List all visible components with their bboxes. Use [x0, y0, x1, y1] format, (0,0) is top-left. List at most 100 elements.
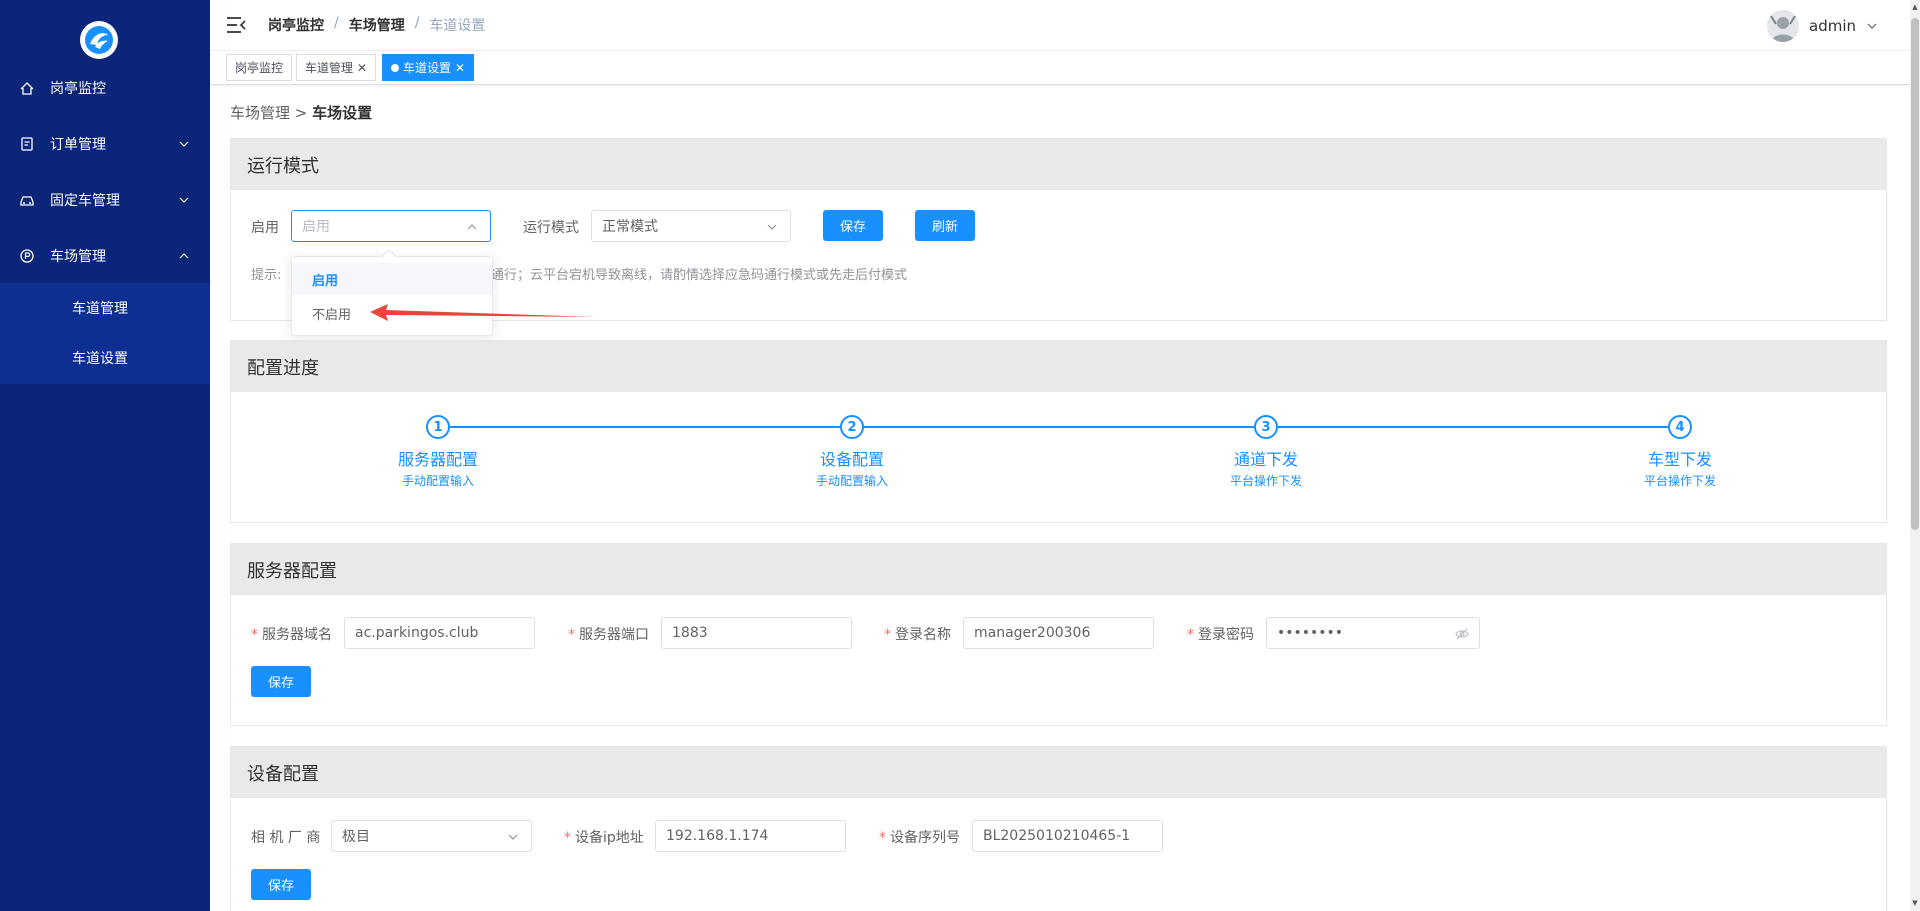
scrollbar-thumb[interactable]	[1911, 18, 1919, 530]
breadcrumb-item[interactable]: 岗亭监控	[268, 15, 324, 35]
serial-input[interactable]: BL2025010210465-1	[972, 820, 1163, 852]
enable-select[interactable]: 启用	[291, 210, 491, 242]
card-title: 服务器配置	[231, 544, 1886, 595]
step-4-circle: 4	[1668, 415, 1692, 439]
tag-lane-management[interactable]: 车道管理 ✕	[296, 54, 377, 81]
run-mode-save-button[interactable]: 保存	[823, 210, 883, 241]
sidebar-subitem-lane-management[interactable]: 车道管理	[0, 283, 210, 333]
parking-submenu: 车道管理 车道设置	[0, 283, 210, 384]
order-icon	[18, 135, 36, 153]
user-menu[interactable]: admin	[1767, 10, 1878, 42]
tag-label: 车道设置	[403, 61, 452, 75]
step-1-circle: 1	[426, 415, 450, 439]
scroll-up-icon[interactable]: ▲	[1911, 2, 1919, 12]
sidebar-subitem-lane-settings[interactable]: 车道设置	[0, 333, 210, 383]
step-1-desc: 手动配置输入	[401, 474, 474, 488]
step-3-title: 通道下发	[1233, 450, 1298, 469]
domain-value: ac.parkingos.club	[355, 625, 479, 641]
chevron-down-icon	[508, 834, 518, 840]
annotation-arrow-icon	[370, 304, 595, 321]
port-input[interactable]: 1883	[661, 617, 852, 649]
sidebar-item-orders[interactable]: 订单管理	[0, 116, 210, 172]
close-icon[interactable]: ✕	[455, 61, 465, 75]
sidebar-subitem-label: 车道管理	[72, 301, 128, 317]
dropdown-option-enable[interactable]: 启用	[292, 263, 492, 295]
vertical-scrollbar[interactable]: ▲ ▼	[1910, 0, 1920, 911]
page-breadcrumb-parent: 车场管理 >	[230, 104, 308, 122]
avatar	[1767, 10, 1799, 42]
ip-value: 192.168.1.174	[666, 828, 769, 844]
ip-input[interactable]: 192.168.1.174	[655, 820, 846, 852]
enable-select-placeholder: 启用	[302, 219, 330, 235]
step-4-desc: 平台操作下发	[1643, 474, 1716, 488]
tag-kiosk-monitor[interactable]: 岗亭监控	[226, 54, 293, 81]
eye-off-icon[interactable]	[1455, 627, 1469, 641]
server-save-button[interactable]: 保存	[251, 666, 311, 697]
tags-view: 岗亭监控 车道管理 ✕ 车道设置 ✕	[210, 52, 1910, 85]
chevron-up-icon	[179, 253, 189, 259]
tip-text: 提示: 通行；云平台宕机导致离线，请酌情选择应急码通行模式或先走后付模式	[251, 264, 907, 283]
password-input[interactable]: ••••••••	[1266, 617, 1480, 649]
breadcrumb-separator: /	[414, 15, 420, 31]
tag-lane-settings[interactable]: 车道设置 ✕	[382, 54, 475, 81]
step-line	[427, 426, 1690, 428]
parking-icon	[18, 247, 36, 265]
server-config-card: 服务器配置 * 服务器域名 ac.parkingos.club * 服务器端口 18…	[230, 543, 1887, 726]
sidebar-item-label: 固定车管理	[50, 193, 120, 209]
chevron-up-icon	[467, 224, 477, 230]
device-config-card: 设备配置 相 机 厂 商 极目 * 设备ip地址 192.168.1.174 * 设…	[230, 746, 1887, 911]
sidebar-item-label: 订单管理	[50, 137, 106, 153]
card-title: 运行模式	[231, 139, 1886, 190]
card-title: 设备配置	[231, 747, 1886, 798]
tag-label: 车道管理	[305, 61, 354, 75]
sidebar-subitem-label: 车道设置	[72, 351, 128, 367]
breadcrumb-item[interactable]: 车场管理	[349, 15, 405, 35]
avatar-icon	[1767, 10, 1799, 42]
step-1-title: 服务器配置	[397, 450, 478, 469]
steps: 1 服务器配置 手动配置输入 2 设备配置 手动配置输入 3 通道下发 平台操作…	[231, 392, 1886, 517]
password-value: ••••••••	[1277, 625, 1344, 641]
step-2-desc: 手动配置输入	[815, 474, 888, 488]
mode-label: 运行模式	[523, 220, 579, 236]
chevron-down-icon	[767, 224, 777, 230]
domain-label: * 服务器域名	[251, 627, 332, 643]
chevron-down-icon	[179, 197, 189, 203]
step-2-circle: 2	[840, 415, 864, 439]
port-label: * 服务器端口	[568, 627, 649, 643]
chevron-down-icon	[179, 141, 189, 147]
domain-input[interactable]: ac.parkingos.club	[344, 617, 535, 649]
vendor-label: 相 机 厂 商	[251, 830, 321, 846]
step-3-circle: 3	[1254, 415, 1278, 439]
login-input[interactable]: manager200306	[963, 617, 1154, 649]
breadcrumb-current: 车道设置	[429, 18, 486, 34]
sidebar-item-parking[interactable]: 车场管理	[0, 228, 210, 284]
tip-rest: 通行；云平台宕机导致离线，请酌情选择应急码通行模式或先走后付模式	[491, 268, 908, 283]
logo-icon	[85, 26, 113, 54]
step-3-desc: 平台操作下发	[1229, 474, 1302, 488]
refresh-button[interactable]: 刷新	[915, 210, 975, 241]
sidebar-item-kiosk-monitor[interactable]: 岗亭监控	[0, 60, 210, 116]
progress-card: 配置进度 1 服务器配置 手动配置输入 2 设备配置 手动配置输入 3 通道下发…	[230, 340, 1887, 523]
sidebar-item-label: 车场管理	[50, 249, 106, 265]
kiosk-monitor-icon	[18, 79, 36, 97]
car-icon	[18, 191, 36, 209]
enable-label: 启用	[251, 220, 279, 236]
mode-select[interactable]: 正常模式	[591, 210, 791, 242]
logo	[80, 21, 118, 59]
port-value: 1883	[672, 625, 708, 641]
tip-prefix: 提示:	[251, 268, 282, 283]
card-title: 配置进度	[231, 341, 1886, 392]
serial-value: BL2025010210465-1	[983, 828, 1131, 844]
menu-fold-icon[interactable]	[226, 16, 246, 34]
serial-label: * 设备序列号	[879, 830, 960, 846]
breadcrumb-separator: /	[334, 15, 339, 31]
password-label: * 登录密码	[1187, 627, 1254, 643]
page-title: 车场设置	[312, 104, 373, 122]
scroll-down-icon[interactable]: ▼	[1911, 898, 1919, 908]
login-value: manager200306	[974, 625, 1091, 641]
username: admin	[1809, 17, 1856, 35]
close-icon[interactable]: ✕	[357, 61, 367, 75]
vendor-select[interactable]: 极目	[331, 820, 532, 852]
device-save-button[interactable]: 保存	[251, 869, 311, 900]
sidebar-item-fixed-car[interactable]: 固定车管理	[0, 172, 210, 228]
